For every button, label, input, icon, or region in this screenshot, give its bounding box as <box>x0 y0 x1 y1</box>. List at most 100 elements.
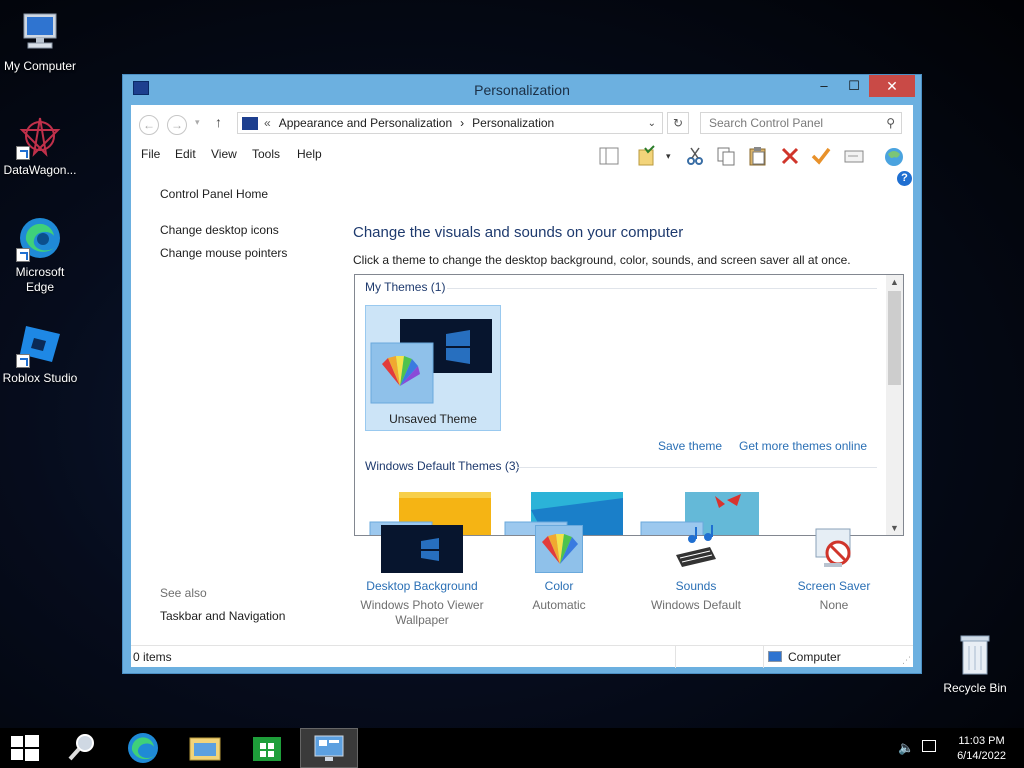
desktop-icon-recycle-bin[interactable]: Recycle Bin <box>935 630 1015 696</box>
paste-icon[interactable] <box>747 145 769 167</box>
see-also-heading: See also <box>160 586 207 600</box>
overflow-chevron[interactable]: « <box>264 116 271 130</box>
sounds-label[interactable]: Sounds <box>631 579 761 593</box>
group-divider <box>517 467 877 468</box>
volume-muted-icon[interactable]: 🔈 <box>898 740 914 756</box>
navigation-bar: ← → ▾ ↑ « Appearance and Personalization… <box>131 105 913 139</box>
forward-button[interactable]: → <box>167 115 187 135</box>
unsaved-theme-label: Unsaved Theme <box>389 412 477 426</box>
shortcut-arrow-icon <box>16 354 30 368</box>
help-icon[interactable]: ? <box>897 171 912 186</box>
color-icon <box>535 525 583 573</box>
desktop-background-label[interactable]: Desktop Background <box>357 579 487 593</box>
window-client: ← → ▾ ↑ « Appearance and Personalization… <box>131 105 913 668</box>
title-bar[interactable]: Personalization – ☐ ✕ <box>123 75 921 105</box>
color-value: Automatic <box>532 598 586 612</box>
datawagon-icon <box>16 112 64 160</box>
cut-icon[interactable] <box>684 145 706 167</box>
desktop-icon-edge[interactable]: Microsoft Edge <box>0 214 80 295</box>
delete-icon[interactable] <box>779 145 801 167</box>
theme-preview-image <box>370 319 492 404</box>
desktop-icon-label: Recycle Bin <box>943 681 1007 695</box>
breadcrumb-appearance[interactable]: Appearance and Personalization <box>279 116 452 130</box>
group-divider <box>447 288 877 289</box>
desktop-icon-roblox-studio[interactable]: Roblox Studio <box>0 320 80 386</box>
sounds-icon <box>670 525 722 573</box>
desktop-icon-label: My Computer <box>3 59 77 73</box>
status-location: Computer <box>788 650 841 664</box>
color-setting[interactable]: Color Automatic <box>494 525 624 613</box>
copy-icon[interactable] <box>715 145 737 167</box>
search-input[interactable]: Search Control Panel ⚲ <box>700 112 902 134</box>
unsaved-theme-tile[interactable]: Unsaved Theme <box>365 305 501 431</box>
default-themes-header[interactable]: Windows Default Themes (3) <box>365 459 520 473</box>
status-separator <box>675 646 676 668</box>
menu-help[interactable]: Help <box>297 147 322 161</box>
refresh-icon[interactable]: ↻ <box>667 112 689 134</box>
themes-scrollbar[interactable]: ▲ ▼ <box>886 275 903 535</box>
start-button[interactable] <box>0 728 58 768</box>
sounds-setting[interactable]: Sounds Windows Default <box>631 525 761 613</box>
control-panel-taskbar-button[interactable] <box>300 728 358 768</box>
clock-time: 11:03 PM <box>958 735 1005 747</box>
control-panel-home-link[interactable]: Control Panel Home <box>160 187 268 201</box>
window-title: Personalization <box>474 82 570 98</box>
file-explorer-taskbar-button[interactable] <box>176 728 234 768</box>
up-arrow-icon[interactable]: ↑ <box>215 114 222 130</box>
address-dropdown-icon[interactable]: ⌄ <box>648 118 656 129</box>
recent-pages-icon[interactable]: ▾ <box>195 117 200 128</box>
system-clock[interactable]: 11:03 PM 6/14/2022 <box>957 734 1006 764</box>
resize-grip-icon[interactable]: ⋰ <box>902 655 911 666</box>
clock-date: 6/14/2022 <box>957 750 1006 762</box>
taskbar-navigation-link[interactable]: Taskbar and Navigation <box>160 609 285 623</box>
windows-logo-icon <box>11 735 39 761</box>
my-themes-header[interactable]: My Themes (1) <box>365 280 445 294</box>
search-placeholder: Search Control Panel <box>709 116 824 130</box>
roblox-studio-icon <box>16 320 64 368</box>
network-icon[interactable] <box>922 740 936 752</box>
maximize-button[interactable]: ☐ <box>839 75 869 97</box>
search-taskbar-button[interactable] <box>54 728 112 768</box>
layout-pane-icon[interactable] <box>598 145 620 167</box>
edge-icon <box>16 214 64 262</box>
desktop-background-setting[interactable]: Desktop Background Windows Photo Viewer … <box>357 525 487 628</box>
screen-saver-value: None <box>819 598 849 612</box>
rename-icon[interactable] <box>843 145 865 167</box>
get-more-themes-link[interactable]: Get more themes online <box>739 439 867 453</box>
globe-icon[interactable] <box>883 145 905 167</box>
change-desktop-icons-link[interactable]: Change desktop icons <box>160 223 279 237</box>
menu-edit[interactable]: Edit <box>175 147 196 161</box>
scrollbar-thumb[interactable] <box>888 291 901 385</box>
close-button[interactable]: ✕ <box>869 75 915 97</box>
properties-folder-icon[interactable] <box>636 145 658 167</box>
menu-file[interactable]: File <box>141 147 160 161</box>
menu-tools[interactable]: Tools <box>252 147 280 161</box>
store-icon <box>253 737 281 761</box>
desktop-icon-label: DataWagon... <box>3 163 77 177</box>
status-separator <box>763 646 764 668</box>
store-taskbar-button[interactable] <box>238 728 296 768</box>
address-bar[interactable]: « Appearance and Personalization › Perso… <box>237 112 663 134</box>
edge-taskbar-button[interactable] <box>114 728 172 768</box>
search-icon: ⚲ <box>886 116 895 130</box>
shortcut-arrow-icon <box>16 146 30 160</box>
desktop-icon-datawagon[interactable]: DataWagon... <box>0 112 80 178</box>
control-panel-icon <box>314 735 344 761</box>
desktop-background-value: Windows Photo Viewer Wallpaper <box>360 598 484 627</box>
screen-saver-setting[interactable]: Screen Saver None <box>769 525 899 613</box>
screen-saver-label[interactable]: Screen Saver <box>769 579 899 593</box>
breadcrumb-personalization[interactable]: Personalization <box>472 116 554 130</box>
toolbar-dropdown-icon[interactable]: ▾ <box>666 151 671 162</box>
breadcrumb-separator[interactable]: › <box>460 116 464 130</box>
back-button[interactable]: ← <box>139 115 159 135</box>
scroll-up-arrow-icon[interactable]: ▲ <box>886 277 903 287</box>
save-theme-link[interactable]: Save theme <box>658 439 722 453</box>
personalization-window: Personalization – ☐ ✕ ← → ▾ ↑ « Appearan… <box>122 74 922 674</box>
checkmark-icon[interactable] <box>810 145 832 167</box>
change-mouse-pointers-link[interactable]: Change mouse pointers <box>160 246 287 260</box>
menu-view[interactable]: View <box>211 147 237 161</box>
desktop-icon-my-computer[interactable]: My Computer <box>0 8 80 74</box>
color-label[interactable]: Color <box>494 579 624 593</box>
minimize-button[interactable]: – <box>809 75 839 97</box>
computer-icon <box>768 651 782 662</box>
